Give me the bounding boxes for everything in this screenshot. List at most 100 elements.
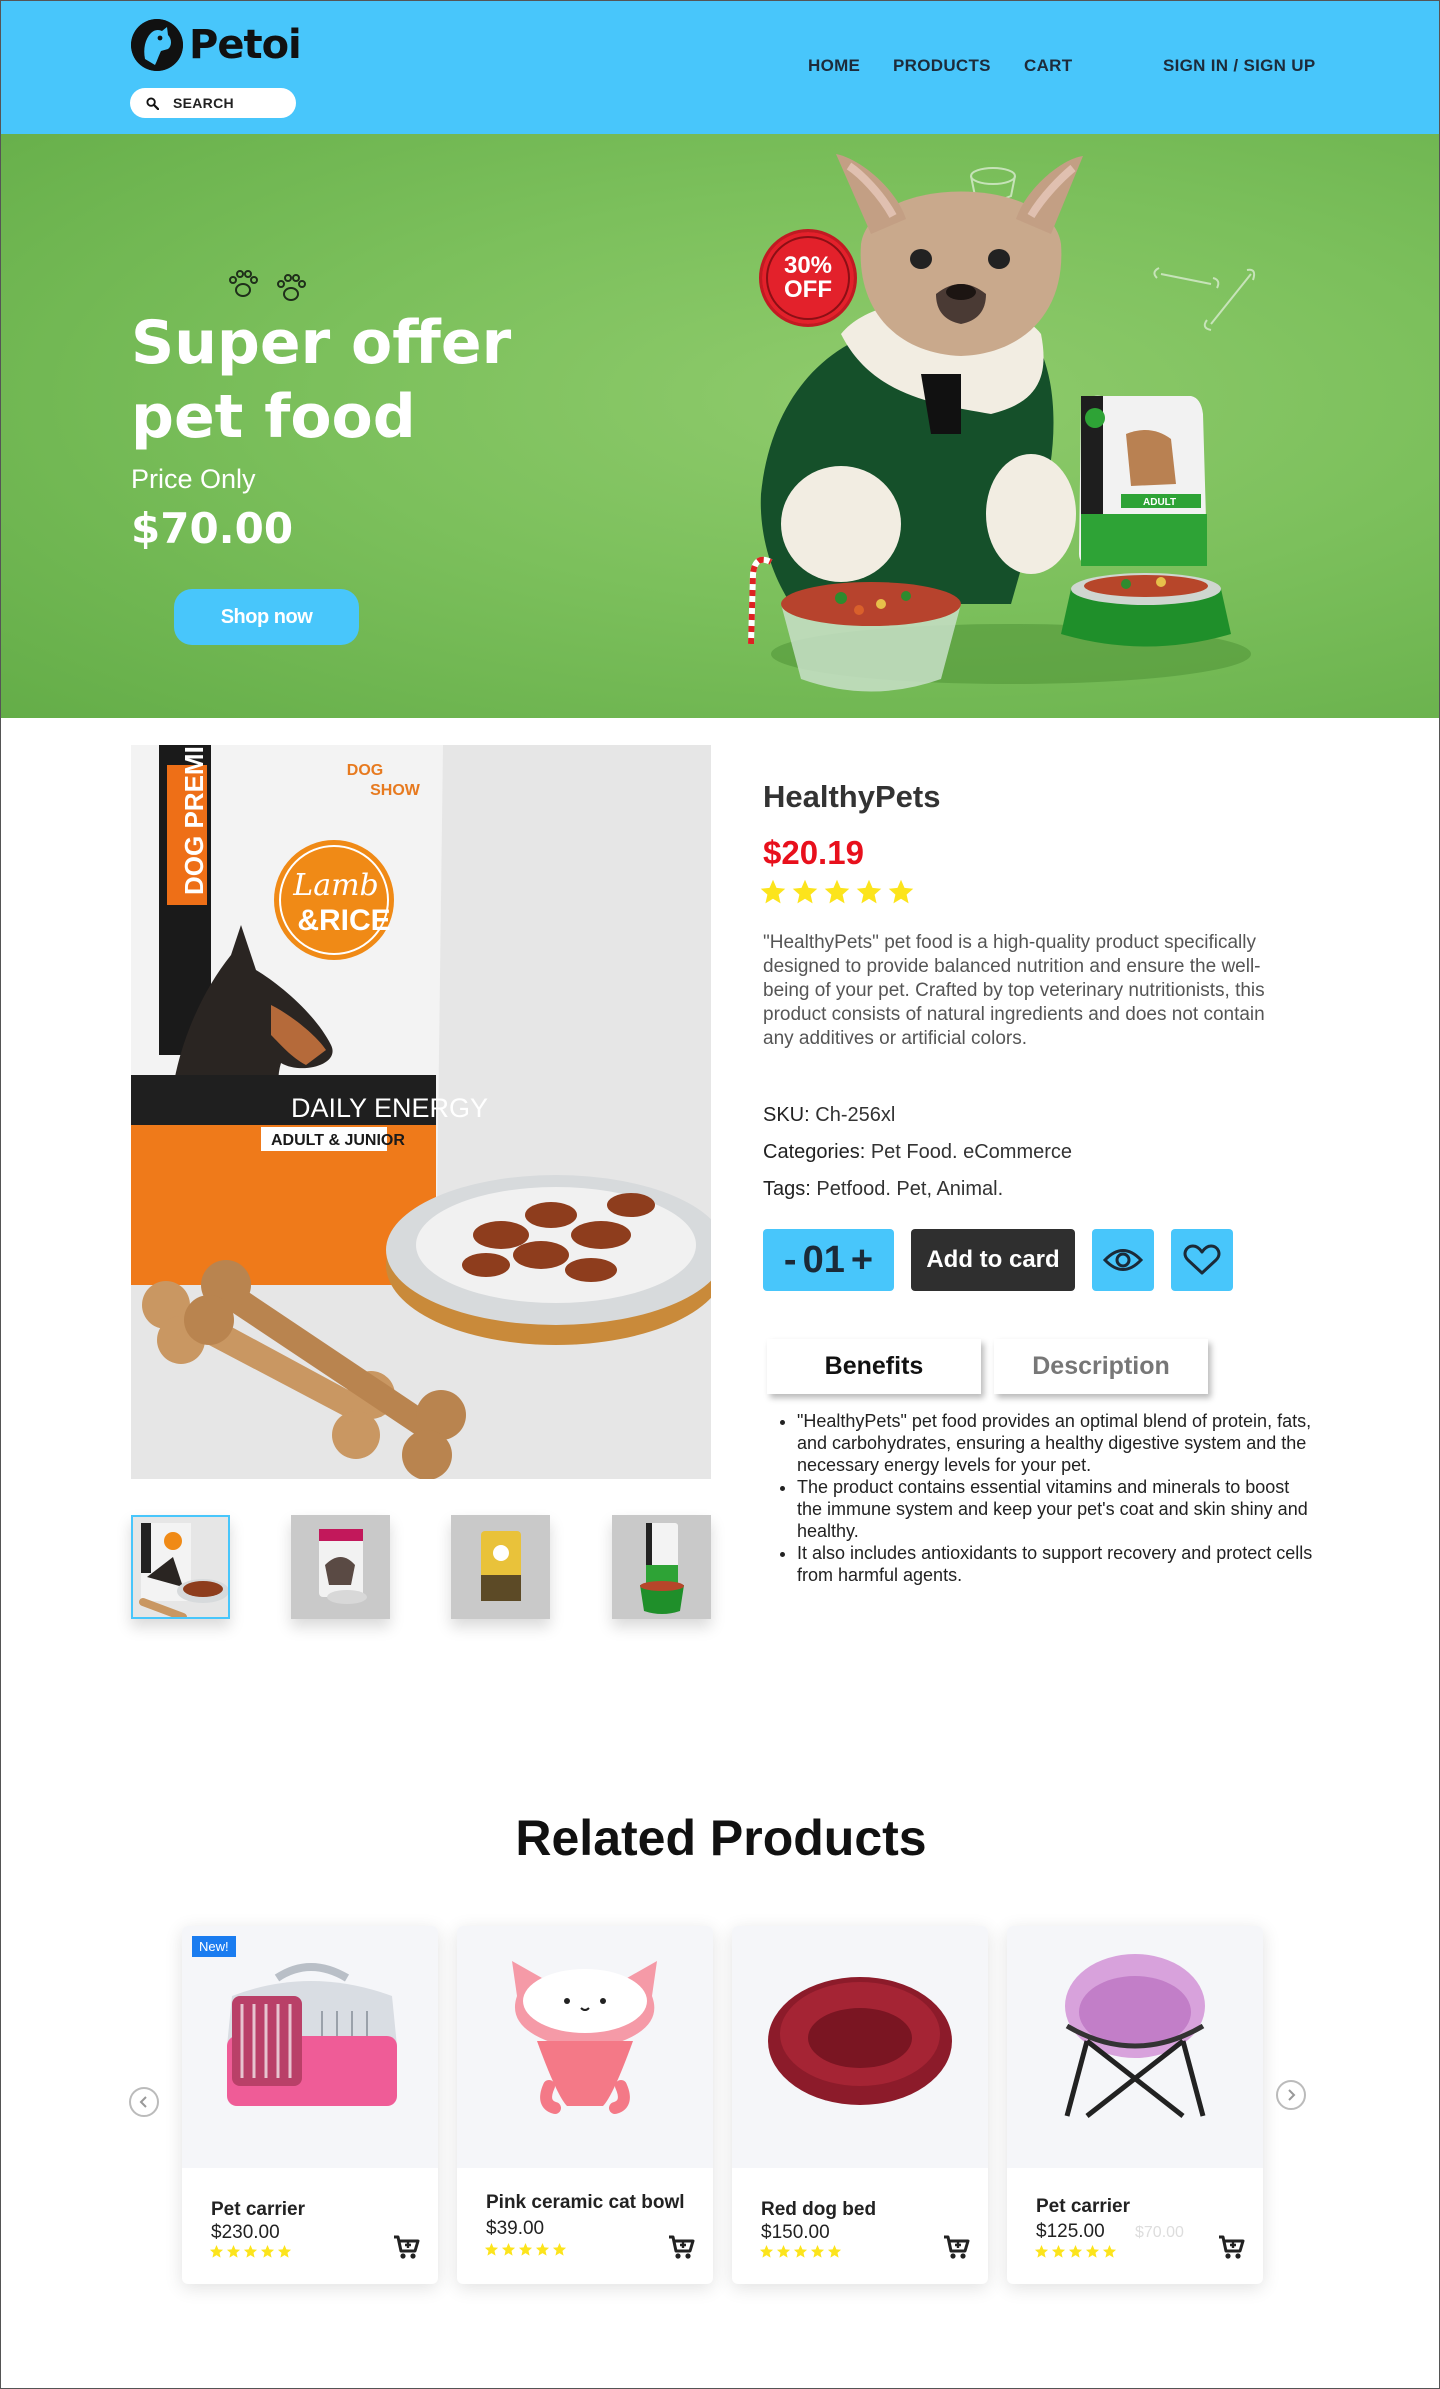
star-icon — [1085, 2244, 1100, 2258]
cat-bowl-image — [457, 1926, 713, 2168]
add-to-cart-icon[interactable] — [1217, 2233, 1245, 2261]
site-header: Petoi SEARCH HOME PRODUCTS CART SIGN IN … — [1, 1, 1439, 134]
discount-badge: 30% OFF — [759, 229, 857, 327]
product-card-old-price: $70.00 — [1135, 2224, 1184, 2241]
product-card-name[interactable]: Pink ceramic cat bowl — [486, 2192, 685, 2214]
svg-text:DOG: DOG — [347, 762, 383, 779]
star-icon — [535, 2242, 550, 2256]
product-description: "HealthyPets" pet food is a high-quality… — [763, 932, 1265, 1049]
increase-quantity-button[interactable]: + — [851, 1239, 873, 1282]
new-badge: New! — [192, 1936, 236, 1957]
hero-title-line2: pet food — [131, 382, 416, 452]
nav-sign-in[interactable]: SIGN IN / SIGN UP — [1163, 56, 1315, 76]
tags-value[interactable]: Petfood. Pet, Animal. — [816, 1178, 1003, 1200]
product-card-name[interactable]: Pet carrier — [1036, 2196, 1130, 2218]
shop-now-button[interactable]: Shop now — [174, 589, 359, 645]
quantity-value[interactable]: 01 — [803, 1239, 845, 1282]
product-card-rating — [759, 2244, 842, 2259]
sku-value: Ch-256xl — [815, 1104, 896, 1126]
add-to-cart-button[interactable]: Add to card — [911, 1229, 1075, 1291]
chevron-left-icon — [139, 2096, 147, 2108]
product-card-price: $125.00 — [1036, 2221, 1105, 2242]
benefit-item: It also includes antioxidants to support… — [797, 1542, 1317, 1586]
search-box[interactable]: SEARCH — [130, 88, 296, 118]
wishlist-button[interactable] — [1171, 1229, 1233, 1291]
thumbnail-4[interactable] — [612, 1515, 711, 1619]
thumbnail-2[interactable] — [291, 1515, 390, 1619]
svg-text:SHOW: SHOW — [370, 782, 421, 799]
star-icon — [209, 2244, 224, 2258]
package-energy-text: DAILY ENERGY — [291, 1093, 488, 1123]
product-title: HealthyPets — [763, 779, 941, 814]
product-card[interactable]: Pet carrier $125.00 $70.00 — [1007, 1926, 1263, 2284]
product-card-price: $150.00 — [761, 2222, 830, 2243]
dog-bed-image — [732, 1926, 988, 2168]
svg-text:Lamb: Lamb — [292, 868, 378, 903]
star-icon — [518, 2242, 533, 2256]
nav-home[interactable]: HOME — [808, 56, 860, 76]
benefit-item: "HealthyPets" pet food provides an optim… — [797, 1410, 1317, 1476]
tab-benefits[interactable]: Benefits — [767, 1339, 981, 1394]
star-icon — [792, 879, 818, 904]
star-icon — [793, 2244, 808, 2258]
star-icon — [501, 2242, 516, 2256]
star-icon — [226, 2244, 241, 2258]
search-icon — [146, 96, 159, 110]
hero-title-line1: Super offer — [131, 308, 512, 378]
dog-with-food-image: ADULT — [748, 154, 1256, 692]
star-icon — [888, 879, 914, 904]
hero-subtitle: Price Only — [131, 464, 256, 494]
discount-badge-off: OFF — [784, 276, 832, 303]
star-icon — [827, 2244, 842, 2258]
hero-banner: Super offer pet food Price Only $70.00 S… — [1, 134, 1439, 718]
categories-value[interactable]: Pet Food. eCommerce — [871, 1141, 1072, 1163]
star-icon — [824, 879, 850, 904]
product-card-name[interactable]: Red dog bed — [761, 2199, 876, 2221]
hero-title: Super offer pet food — [131, 306, 591, 454]
thumbnail-3[interactable] — [451, 1515, 550, 1619]
star-icon — [243, 2244, 258, 2258]
star-icon — [260, 2244, 275, 2258]
product-categories: Categories: Pet Food. eCommerce — [763, 1141, 1072, 1164]
quantity-stepper: - 01 + — [763, 1229, 894, 1291]
nav-products[interactable]: PRODUCTS — [893, 56, 991, 76]
product-tags: Tags: Petfood. Pet, Animal. — [763, 1178, 1003, 1201]
tab-description[interactable]: Description — [994, 1339, 1208, 1394]
sku-label: SKU: — [763, 1104, 810, 1126]
svg-text:ADULT: ADULT — [1143, 497, 1176, 508]
quick-view-button[interactable] — [1092, 1229, 1154, 1291]
product-card-price: $39.00 — [486, 2218, 545, 2239]
add-to-cart-icon[interactable] — [942, 2233, 970, 2261]
nav-cart[interactable]: CART — [1024, 56, 1072, 76]
benefits-list: "HealthyPets" pet food provides an optim… — [777, 1410, 1317, 1586]
decrease-quantity-button[interactable]: - — [784, 1239, 797, 1282]
product-card-rating — [1034, 2244, 1117, 2259]
pet-carrier-image — [182, 1926, 438, 2168]
chevron-right-icon — [1288, 2089, 1296, 2101]
svg-text:ADULT & JUNIOR: ADULT & JUNIOR — [271, 1132, 405, 1149]
product-card-rating — [484, 2242, 567, 2257]
add-to-cart-icon[interactable] — [667, 2233, 695, 2261]
carousel-prev-button[interactable] — [129, 2087, 159, 2117]
pet-chair-image — [1007, 1926, 1263, 2168]
product-card-name[interactable]: Pet carrier — [211, 2199, 305, 2221]
product-rating — [759, 878, 915, 906]
eye-icon — [1103, 1249, 1143, 1271]
logo[interactable]: Petoi — [131, 19, 302, 71]
svg-text:&RICE: &RICE — [297, 904, 390, 937]
star-icon — [1102, 2244, 1117, 2258]
star-icon — [277, 2244, 292, 2258]
carousel-next-button[interactable] — [1276, 2080, 1306, 2110]
product-card-price: $230.00 — [211, 2222, 280, 2243]
paw-prints-icon — [229, 270, 306, 301]
benefit-item: The product contains essential vitamins … — [797, 1476, 1317, 1542]
categories-label: Categories: — [763, 1141, 866, 1163]
star-icon — [1051, 2244, 1066, 2258]
star-icon — [1034, 2244, 1049, 2258]
add-to-cart-icon[interactable] — [392, 2233, 420, 2261]
star-icon — [760, 879, 786, 904]
product-card[interactable]: Red dog bed $150.00 — [732, 1926, 988, 2284]
product-card[interactable]: Pink ceramic cat bowl $39.00 — [457, 1926, 713, 2284]
thumbnail-1[interactable] — [131, 1515, 230, 1619]
product-card[interactable]: New! Pet carrier $230.00 — [182, 1926, 438, 2284]
